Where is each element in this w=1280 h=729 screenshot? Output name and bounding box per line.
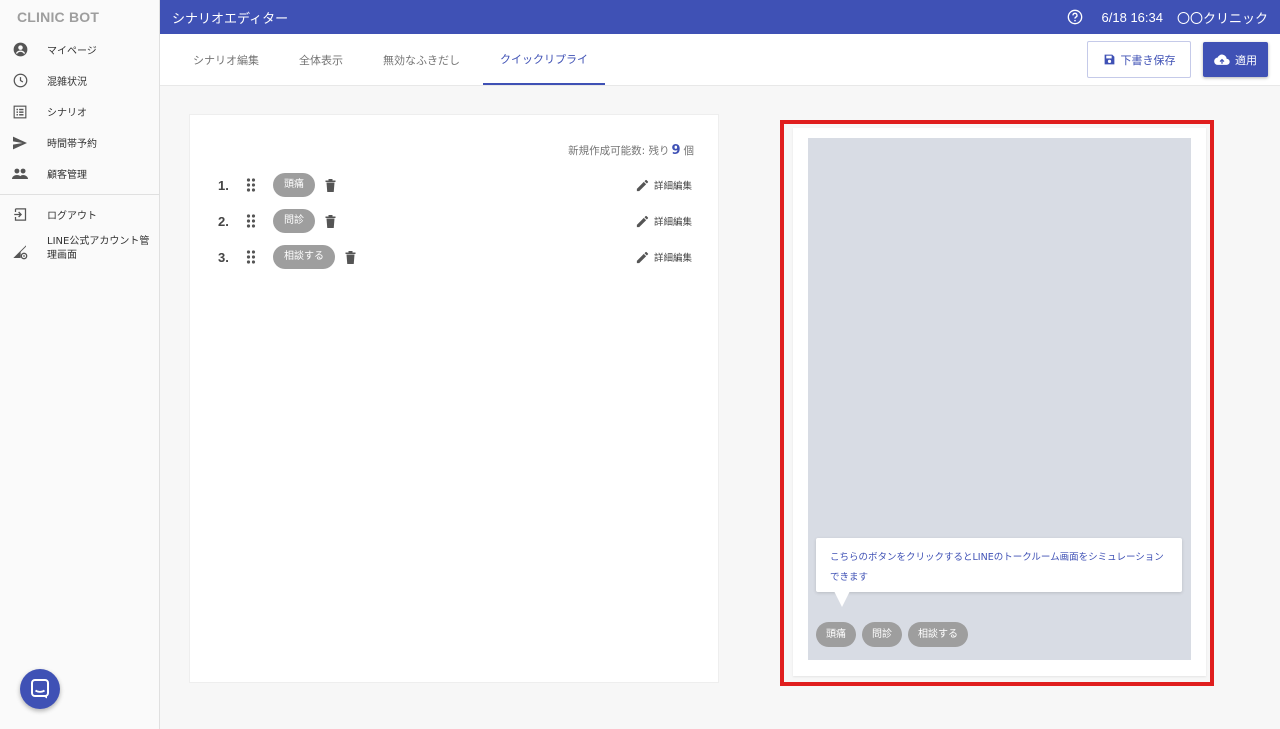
list-item: 1. 頭痛 詳細編集 (218, 173, 694, 197)
list-item: 3. 相談する 詳細編集 (218, 245, 694, 269)
save-draft-button[interactable]: 下書き保存 (1087, 41, 1191, 78)
quick-reply-chip[interactable]: 問診 (273, 209, 315, 233)
delete-icon[interactable] (345, 250, 356, 264)
reply-index: 2. (218, 213, 229, 229)
clock-icon (12, 73, 28, 89)
clinic-name[interactable]: 〇〇クリニック (1177, 8, 1268, 27)
sidebar-item-label: マイページ (47, 46, 97, 57)
pencil-icon (635, 178, 650, 193)
drag-handle-icon[interactable] (246, 178, 262, 192)
apply-button[interactable]: 適用 (1203, 42, 1268, 77)
remaining-number: 9 (671, 143, 681, 158)
account-circle-icon (12, 42, 28, 58)
delete-icon[interactable] (325, 214, 336, 228)
sidebar-item-congestion[interactable]: 混雑状況 (0, 65, 159, 96)
drag-handle-icon[interactable] (246, 250, 262, 264)
detail-edit-label: 詳細編集 (653, 253, 692, 264)
detail-edit-label: 詳細編集 (653, 217, 692, 228)
chat-support-button[interactable] (20, 669, 60, 709)
sidebar-item-customers[interactable]: 顧客管理 (0, 158, 159, 189)
preview-highlight-frame (780, 120, 1214, 686)
remaining-label: 新規作成可能数: 残り (568, 145, 670, 157)
reply-index: 1. (218, 177, 229, 193)
cloud-upload-icon (1214, 54, 1230, 66)
logout-icon (12, 207, 28, 223)
sidebar-item-label: 顧客管理 (47, 170, 87, 181)
pencil-icon (635, 214, 650, 229)
detail-edit-label: 詳細編集 (653, 181, 692, 192)
save-icon (1103, 53, 1116, 66)
detail-edit-button[interactable]: 詳細編集 (635, 178, 692, 193)
people-icon (12, 166, 28, 182)
top-app-bar: シナリオエディター 6/18 16:34 〇〇クリニック (160, 0, 1280, 34)
signal-settings-icon (12, 244, 28, 260)
sidebar-nav: マイページ 混雑状況 シナリオ 時間帯予約 顧客管理 (0, 34, 159, 189)
sidebar-item-logout[interactable]: ログアウト (0, 199, 159, 230)
page-title: シナリオエディター (172, 11, 289, 27)
sidebar-item-label: 混雑状況 (47, 77, 87, 88)
sidebar-item-label: 時間帯予約 (47, 139, 97, 150)
reply-index: 3. (218, 249, 229, 265)
drag-handle-icon[interactable] (246, 214, 262, 228)
quick-reply-chip[interactable]: 頭痛 (273, 173, 315, 197)
chat-icon (31, 679, 49, 699)
remaining-count: 新規作成可能数: 残り 9 個 (568, 143, 694, 158)
editor-toolbar: シナリオ編集 全体表示 無効なふきだし クイックリプライ 下書き保存 適用 (160, 34, 1280, 86)
sidebar-item-mypage[interactable]: マイページ (0, 34, 159, 65)
pencil-icon (635, 250, 650, 265)
tab-invalid-bubbles[interactable]: 無効なふきだし (366, 34, 477, 85)
sidebar: CLINIC BOT マイページ 混雑状況 シナリオ 時間帯予約 顧客管理 ログ… (0, 0, 160, 729)
sidebar-item-label: LINE公式アカウント管理画面 (47, 236, 150, 261)
sidebar-item-line-admin[interactable]: LINE公式アカウント管理画面 (0, 230, 159, 272)
tab-scenario-edit[interactable]: シナリオ編集 (176, 34, 276, 85)
sidebar-item-label: ログアウト (47, 211, 97, 222)
app-logo: CLINIC BOT (17, 9, 100, 25)
apply-label: 適用 (1235, 53, 1257, 67)
sidebar-nav-secondary: ログアウト LINE公式アカウント管理画面 (0, 199, 159, 272)
sidebar-item-label: シナリオ (47, 108, 87, 119)
sidebar-item-scenario[interactable]: シナリオ (0, 96, 159, 127)
sidebar-item-time-reservation[interactable]: 時間帯予約 (0, 127, 159, 158)
quick-reply-editor: 新規作成可能数: 残り9個 1. 頭痛 詳細編集 2. 問診 詳細編集 3. (189, 114, 719, 683)
quick-reply-chip[interactable]: 相談する (273, 245, 335, 269)
detail-edit-button[interactable]: 詳細編集 (635, 250, 692, 265)
list-icon (12, 104, 28, 120)
tab-quick-reply[interactable]: クイックリプライ (483, 34, 605, 85)
help-icon[interactable] (1067, 9, 1083, 25)
list-item: 2. 問診 詳細編集 (218, 209, 694, 233)
current-datetime: 6/18 16:34 (1101, 9, 1163, 25)
detail-edit-button[interactable]: 詳細編集 (635, 214, 692, 229)
save-draft-label: 下書き保存 (1120, 53, 1176, 67)
remaining-unit: 個 (683, 145, 695, 157)
tab-overview[interactable]: 全体表示 (282, 34, 360, 85)
sidebar-divider (0, 194, 159, 195)
delete-icon[interactable] (325, 178, 336, 192)
send-icon (12, 135, 28, 151)
